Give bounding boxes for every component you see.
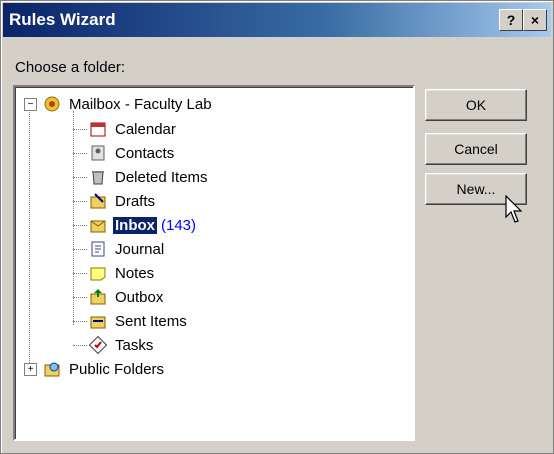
collapse-toggle[interactable]: − — [24, 97, 37, 111]
journal-icon — [91, 241, 105, 257]
calendar-icon — [90, 122, 106, 137]
title-bar: Rules Wizard ? × — [3, 3, 551, 37]
tree-label: Drafts — [115, 192, 156, 210]
tree-node-calendar[interactable]: Calendar — [89, 118, 178, 140]
tree-node-inbox[interactable]: Inbox (143) — [89, 214, 196, 236]
tree-node-public-folders[interactable]: + Public Folders — [24, 358, 166, 380]
drafts-icon — [90, 193, 106, 209]
notes-icon — [90, 267, 106, 281]
tree-line — [73, 345, 87, 346]
tree-label: Notes — [115, 264, 155, 282]
help-button[interactable]: ? — [499, 9, 523, 31]
tree-line — [29, 105, 30, 363]
folder-prompt: Choose a folder: — [15, 59, 126, 76]
tree-line — [73, 273, 87, 274]
tree-label: Journal — [115, 240, 165, 258]
tree-line — [73, 153, 87, 154]
tree-label: Sent Items — [115, 312, 187, 330]
tree-line — [73, 225, 87, 226]
tree-line — [73, 249, 87, 250]
tree-line — [73, 321, 87, 322]
tree-node-mailbox[interactable]: − Mailbox - Faculty Lab — [24, 93, 214, 115]
rules-wizard-dialog: Rules Wizard ? × Choose a folder: − Mail… — [0, 0, 554, 454]
folder-tree[interactable]: − Mailbox - Faculty Lab Calendar Contact… — [13, 85, 415, 441]
tree-line — [73, 201, 87, 202]
tree-node-contacts[interactable]: Contacts — [89, 142, 176, 164]
mailbox-icon — [44, 96, 60, 112]
tree-label: Deleted Items — [115, 168, 208, 186]
ok-button[interactable]: OK — [425, 89, 527, 121]
tree-node-sent-items[interactable]: Sent Items — [89, 310, 189, 332]
tree-node-drafts[interactable]: Drafts — [89, 190, 157, 212]
tree-label: Outbox — [115, 288, 164, 306]
inbox-icon — [90, 220, 106, 233]
tree-node-journal[interactable]: Journal — [89, 238, 166, 260]
cancel-button[interactable]: Cancel — [425, 133, 527, 165]
unread-count: (143) — [161, 216, 197, 234]
mouse-pointer-icon — [505, 195, 523, 223]
tree-line — [73, 177, 87, 178]
tree-label: Contacts — [115, 144, 175, 162]
tree-node-notes[interactable]: Notes — [89, 262, 156, 284]
tree-node-outbox[interactable]: Outbox — [89, 286, 165, 308]
tree-label: Tasks — [115, 336, 154, 354]
tree-node-tasks[interactable]: Tasks — [89, 334, 155, 356]
tree-label: Mailbox - Faculty Lab — [69, 95, 212, 113]
tree-line — [73, 129, 87, 130]
contacts-icon — [91, 145, 105, 161]
outbox-icon — [90, 289, 106, 305]
public-folders-icon — [44, 362, 60, 377]
tree-label-selected: Inbox — [113, 216, 157, 234]
tree-line — [73, 111, 74, 325]
tree-line — [73, 297, 87, 298]
tree-node-deleted-items[interactable]: Deleted Items — [89, 166, 210, 188]
deleted-items-icon — [92, 171, 104, 185]
expand-toggle[interactable]: + — [24, 362, 37, 376]
tree-label: Calendar — [115, 120, 176, 138]
tasks-icon — [89, 336, 107, 354]
window-title: Rules Wizard — [9, 10, 116, 29]
close-button[interactable]: × — [523, 9, 547, 31]
sent-items-icon — [90, 316, 106, 329]
tree-label: Public Folders — [69, 360, 165, 378]
